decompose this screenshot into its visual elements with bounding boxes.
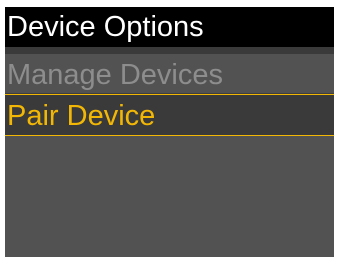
menu-item-pair-device[interactable]: Pair Device [5, 94, 334, 136]
menu-item-manage-devices: Manage Devices [5, 54, 334, 96]
device-screen: Device Options Manage Devices Pair Devic… [5, 7, 334, 257]
page-title: Device Options [5, 7, 334, 47]
title-divider [5, 47, 334, 54]
